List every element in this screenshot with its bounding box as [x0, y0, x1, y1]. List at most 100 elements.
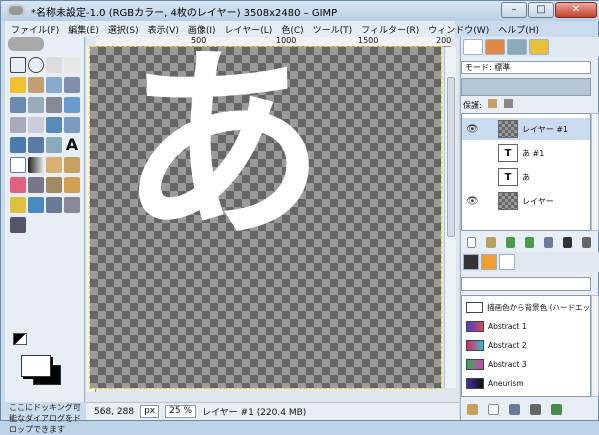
lock-alpha-icon[interactable] [503, 99, 513, 108]
horizontal-ruler[interactable]: 500 1000 1500 200 [96, 36, 451, 47]
layers-scrollbar[interactable] [591, 113, 599, 231]
channels-tab-icon[interactable] [485, 39, 505, 55]
bucket-fill-icon[interactable] [10, 157, 26, 173]
undo-tab-icon[interactable] [529, 39, 549, 55]
new-gradient-icon[interactable] [488, 403, 499, 415]
brushes-tab-icon[interactable] [463, 254, 479, 270]
menu-file[interactable]: ファイル(F) [11, 23, 59, 36]
ellipse-select-icon[interactable] [28, 57, 44, 73]
gradients-list: 描画色から背景色 (ハードエッ Abstract 1 Abstract 2 Abstr… [461, 295, 591, 397]
mode-select[interactable]: モード: 標準 [461, 61, 591, 74]
gradient-filter-input[interactable] [461, 277, 591, 291]
maximize-button[interactable]: □ [528, 2, 554, 18]
heal-icon[interactable] [10, 197, 26, 213]
menu-bar: ファイル(F) 編集(E) 選択(S) 表示(V) 画像(I) レイヤー(L) … [5, 21, 539, 37]
blur-icon[interactable] [46, 197, 62, 213]
text-tool-icon[interactable]: A [64, 137, 80, 153]
pencil-icon[interactable] [46, 157, 62, 173]
menu-view[interactable]: 表示(V) [148, 23, 179, 36]
airbrush-icon[interactable] [28, 177, 44, 193]
layer-row[interactable]: 👁 レイヤー #1 [462, 118, 590, 140]
menu-filters[interactable]: フィルター(R) [361, 23, 419, 36]
lower-layer-icon[interactable] [524, 236, 534, 248]
paintbrush-icon[interactable] [64, 157, 80, 173]
visibility-eye-icon[interactable]: 👁 [466, 196, 479, 207]
flip-icon[interactable] [46, 137, 62, 153]
fuzzy-select-icon[interactable] [64, 57, 80, 73]
menu-windows[interactable]: ウィンドウ(W) [428, 23, 489, 36]
zoom-select[interactable]: 25 % [165, 405, 196, 418]
unit-select[interactable]: px [140, 405, 160, 418]
layers-tab-icon[interactable] [463, 39, 483, 55]
scissors-icon[interactable] [28, 77, 44, 93]
duplicate-gradient-icon[interactable] [509, 403, 520, 415]
dodge-burn-icon[interactable] [10, 217, 26, 233]
visibility-eye-icon[interactable]: 👁 [466, 124, 479, 135]
edit-gradient-icon[interactable] [467, 403, 478, 415]
default-colors-icon[interactable] [13, 333, 27, 345]
duplicate-layer-icon[interactable] [543, 236, 553, 248]
new-group-icon[interactable] [486, 236, 496, 248]
delete-gradient-icon[interactable] [530, 403, 541, 415]
gradient-item[interactable]: Aneurism [462, 376, 590, 391]
clone-icon[interactable] [64, 177, 80, 193]
color-select-icon[interactable] [10, 77, 26, 93]
gradient-item[interactable]: Abstract 3 [462, 357, 590, 372]
gradients-tab-icon[interactable] [499, 254, 515, 270]
smudge-icon[interactable] [64, 197, 80, 213]
ink-icon[interactable] [46, 177, 62, 193]
foreground-select-icon[interactable] [46, 77, 62, 93]
measure-icon[interactable] [46, 97, 62, 113]
gradients-scrollbar[interactable] [591, 295, 599, 397]
delete-layer-icon[interactable] [581, 236, 591, 248]
menu-image[interactable]: 画像(I) [188, 23, 216, 36]
minimize-button[interactable]: – [501, 2, 527, 18]
layer-row[interactable]: T あ [462, 166, 590, 188]
menu-select[interactable]: 選択(S) [108, 23, 139, 36]
menu-edit[interactable]: 編集(E) [68, 23, 99, 36]
layer-thumbnail [498, 192, 518, 210]
color-picker-icon[interactable] [10, 97, 26, 113]
gradient-name: Abstract 2 [488, 341, 527, 350]
shear-icon[interactable] [10, 137, 26, 153]
canvas-glyph: あ [120, 47, 325, 266]
new-layer-icon[interactable] [467, 236, 477, 248]
window-title: *名称未設定-1.0 (RGBカラー, 4枚のレイヤー) 3508x2480 –… [31, 8, 338, 19]
perspective-clone-icon[interactable] [28, 197, 44, 213]
patterns-tab-icon[interactable] [481, 254, 497, 270]
layer-row[interactable]: T あ #1 [462, 142, 590, 164]
raise-layer-icon[interactable] [505, 236, 515, 248]
layer-row[interactable]: 👁 レイヤー [462, 190, 590, 212]
paths-icon[interactable] [64, 77, 80, 93]
lock-pixels-icon[interactable] [488, 99, 498, 108]
menu-layer[interactable]: レイヤー(L) [225, 23, 273, 36]
foreground-color-swatch[interactable] [21, 355, 51, 377]
pointer-coords: 568, 288 [94, 406, 135, 417]
rect-select-icon[interactable] [10, 57, 26, 73]
canvas-scrollbar[interactable] [444, 47, 456, 388]
gradient-item[interactable]: 描画色から背景色 (ハードエッ [462, 300, 590, 315]
free-select-icon[interactable] [46, 57, 62, 73]
crop-icon[interactable] [28, 117, 44, 133]
menu-colors[interactable]: 色(C) [281, 23, 303, 36]
menu-tools[interactable]: ツール(T) [313, 23, 353, 36]
gradient-item[interactable]: Abstract 1 [462, 319, 590, 334]
gradient-item[interactable]: Abstract 2 [462, 338, 590, 353]
close-button[interactable]: ✕ [555, 2, 597, 18]
align-icon[interactable] [10, 117, 26, 133]
rotate-icon[interactable] [46, 117, 62, 133]
opacity-slider[interactable] [461, 78, 591, 96]
refresh-gradients-icon[interactable] [551, 403, 562, 415]
move-icon[interactable] [64, 97, 80, 113]
scale-icon[interactable] [64, 117, 80, 133]
eraser-icon[interactable] [10, 177, 26, 193]
anchor-icon[interactable] [562, 236, 572, 248]
zoom-icon[interactable] [28, 97, 44, 113]
menu-help[interactable]: ヘルプ(H) [498, 23, 539, 36]
perspective-icon[interactable] [28, 137, 44, 153]
paths-tab-icon[interactable] [507, 39, 527, 55]
blend-icon[interactable] [28, 157, 44, 173]
scrollbar-thumb[interactable] [447, 77, 455, 237]
gradients-toolbar [461, 401, 591, 417]
image-canvas[interactable]: あ [89, 46, 442, 389]
